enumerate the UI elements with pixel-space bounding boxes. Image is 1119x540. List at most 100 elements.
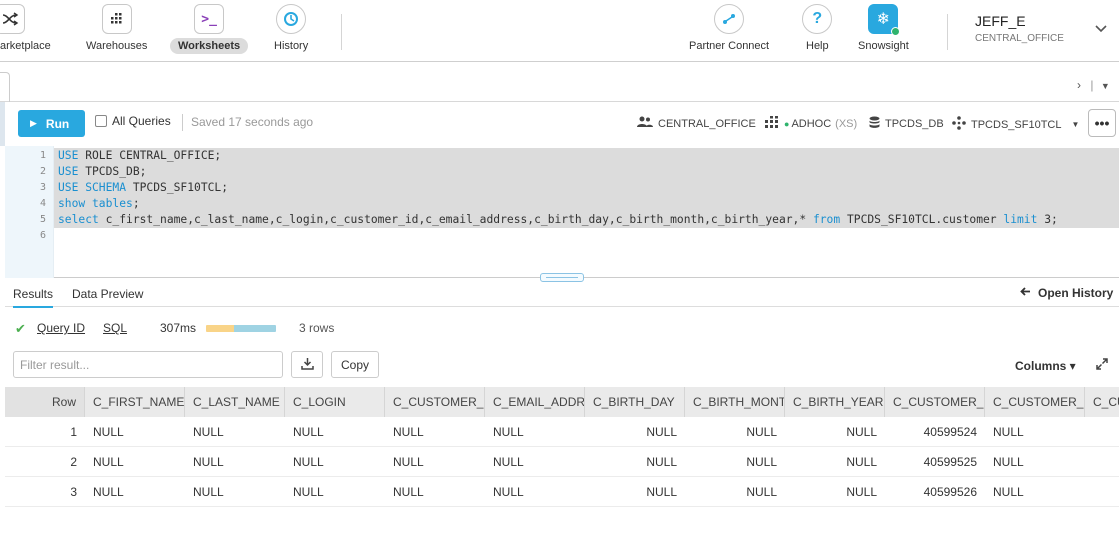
table-cell[interactable]: 40599526 xyxy=(885,477,985,507)
warehouse-selector[interactable]: ● ADHOC (XS) xyxy=(765,116,857,131)
column-header[interactable]: C_CUSTOMER_I xyxy=(385,387,485,417)
sql-text: TPCDS_DB; xyxy=(78,165,147,178)
download-icon xyxy=(300,357,314,373)
success-check-icon: ✔ xyxy=(15,321,26,336)
open-history-button[interactable]: Open History xyxy=(1020,286,1113,300)
nav-label-warehouses: Warehouses xyxy=(86,40,148,52)
role-selector[interactable]: CENTRAL_OFFICE xyxy=(637,116,756,131)
table-cell[interactable] xyxy=(1085,477,1119,507)
table-cell[interactable]: NULL xyxy=(385,447,485,477)
table-cell[interactable]: NULL xyxy=(85,417,185,447)
sql-link[interactable]: SQL xyxy=(103,321,127,335)
table-cell[interactable]: NULL xyxy=(485,477,585,507)
database-selector[interactable]: TPCDS_DB xyxy=(869,116,944,132)
line-number: 6 xyxy=(39,230,46,241)
sql-keyword: limit xyxy=(1003,213,1038,226)
column-header[interactable]: Row xyxy=(5,387,85,417)
table-cell[interactable]: NULL xyxy=(985,417,1085,447)
download-button[interactable] xyxy=(291,351,323,378)
table-cell[interactable]: NULL xyxy=(485,417,585,447)
nav-help[interactable]: ? Help xyxy=(798,4,837,54)
duration-bar-compile xyxy=(206,325,234,332)
table-cell[interactable]: NULL xyxy=(685,417,785,447)
nav-marketplace[interactable]: arketplace xyxy=(0,4,59,54)
column-header[interactable]: C_LAST_NAME xyxy=(185,387,285,417)
table-cell[interactable]: NULL xyxy=(585,477,685,507)
table-cell[interactable]: NULL xyxy=(85,477,185,507)
table-cell[interactable]: NULL xyxy=(285,417,385,447)
column-header[interactable]: C_FIRST_NAME xyxy=(85,387,185,417)
table-cell[interactable]: NULL xyxy=(85,447,185,477)
all-queries-toggle[interactable]: All Queries xyxy=(95,114,171,128)
schema-selector[interactable]: TPCDS_SF10TCL ▼ xyxy=(952,116,1079,133)
filter-result-input[interactable]: Filter result... xyxy=(13,351,283,378)
table-cell[interactable]: NULL xyxy=(585,447,685,477)
nav-worksheets[interactable]: >_ Worksheets xyxy=(170,4,249,54)
line-number: 1 xyxy=(39,150,46,161)
columns-dropdown[interactable]: Columns ▾ xyxy=(1015,359,1076,373)
column-header[interactable]: C_BIRTH_MONT xyxy=(685,387,785,417)
nav-label-worksheets: Worksheets xyxy=(170,38,249,54)
table-cell[interactable]: 40599524 xyxy=(885,417,985,447)
nav-divider-right xyxy=(947,14,948,50)
worksheet-tab[interactable] xyxy=(0,72,10,102)
role-name: CENTRAL_OFFICE xyxy=(658,117,756,130)
table-cell[interactable]: NULL xyxy=(285,477,385,507)
row-number[interactable]: 1 xyxy=(5,417,85,447)
all-queries-checkbox[interactable] xyxy=(95,115,107,127)
table-cell[interactable]: NULL xyxy=(485,447,585,477)
sql-keyword: from xyxy=(812,213,841,226)
tab-scroll-controls[interactable]: › | ▼ xyxy=(1077,78,1110,92)
table-cell[interactable]: NULL xyxy=(685,477,785,507)
more-options-button[interactable]: ••• xyxy=(1088,109,1116,137)
snowsight-icon: ❄ xyxy=(868,4,901,36)
table-cell[interactable]: NULL xyxy=(285,447,385,477)
table-row[interactable]: 2 NULL NULL NULL NULL NULL NULL NULL NULL 4059952… xyxy=(5,447,1119,477)
table-cell[interactable]: NULL xyxy=(785,477,885,507)
table-cell[interactable]: NULL xyxy=(585,417,685,447)
column-header[interactable]: C_BIRTH_DAY xyxy=(585,387,685,417)
column-header[interactable]: C_CUSTOMER_I xyxy=(985,387,1085,417)
table-cell[interactable] xyxy=(1085,447,1119,477)
row-number[interactable]: 2 xyxy=(5,447,85,477)
table-cell[interactable]: NULL xyxy=(985,477,1085,507)
run-button[interactable]: ▶ Run xyxy=(18,110,85,137)
table-cell[interactable]: NULL xyxy=(985,447,1085,477)
expand-icon[interactable] xyxy=(1096,358,1108,373)
partner-connect-icon xyxy=(714,4,745,34)
table-cell[interactable] xyxy=(1085,417,1119,447)
nav-partner-connect[interactable]: Partner Connect xyxy=(681,4,777,54)
table-cell[interactable]: NULL xyxy=(685,447,785,477)
chevron-right-icon[interactable]: › xyxy=(1077,78,1081,92)
nav-history[interactable]: History xyxy=(266,4,316,54)
table-row[interactable]: 1 NULL NULL NULL NULL NULL NULL NULL NULL 4059952… xyxy=(5,417,1119,447)
nav-snowsight[interactable]: ❄ Snowsight xyxy=(850,4,917,54)
table-cell[interactable]: 40599525 xyxy=(885,447,985,477)
table-cell[interactable]: NULL xyxy=(385,477,485,507)
caret-down-icon[interactable]: ▼ xyxy=(1101,81,1110,91)
chevron-down-icon[interactable] xyxy=(1095,20,1107,36)
column-header[interactable]: C_EMAIL_ADDRI xyxy=(485,387,585,417)
column-header[interactable]: C_CU xyxy=(1085,387,1119,417)
nav-warehouses[interactable]: Warehouses xyxy=(78,4,155,54)
table-cell[interactable]: NULL xyxy=(185,447,285,477)
tab-data-preview[interactable]: Data Preview xyxy=(72,287,143,301)
query-id-link[interactable]: Query ID xyxy=(37,321,85,335)
column-header[interactable]: C_LOGIN xyxy=(285,387,385,417)
user-name[interactable]: JEFF_E xyxy=(975,13,1026,29)
column-header[interactable]: C_BIRTH_YEAR.. xyxy=(785,387,885,417)
table-cell[interactable]: NULL xyxy=(385,417,485,447)
sql-text: TPCDS_SF10TCL; xyxy=(126,181,229,194)
caret-down-icon: ▼ xyxy=(1071,120,1080,129)
row-number[interactable]: 3 xyxy=(5,477,85,507)
table-cell[interactable]: NULL xyxy=(785,417,885,447)
column-header[interactable]: C_CUSTOMER_S xyxy=(885,387,985,417)
sql-editor[interactable]: 1 2 3 4 5 6 USE ROLE CENTRAL_OFFICE; USE … xyxy=(5,146,1119,278)
sql-text: c_first_name,c_last_name,c_login,c_custo… xyxy=(98,213,813,226)
table-row[interactable]: 3 NULL NULL NULL NULL NULL NULL NULL NULL 4059952… xyxy=(5,477,1119,507)
table-cell[interactable]: NULL xyxy=(185,477,285,507)
copy-button[interactable]: Copy xyxy=(331,351,379,378)
tab-results[interactable]: Results xyxy=(13,287,54,308)
table-cell[interactable]: NULL xyxy=(185,417,285,447)
table-cell[interactable]: NULL xyxy=(785,447,885,477)
